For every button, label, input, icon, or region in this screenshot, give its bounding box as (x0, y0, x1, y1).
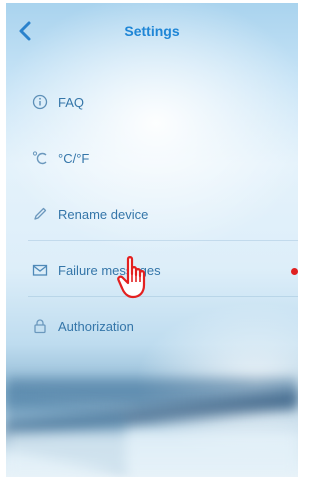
hand-pointer-icon (117, 255, 157, 303)
menu-item-temperature-unit[interactable]: °C/°F (6, 131, 298, 187)
pencil-icon (32, 206, 48, 222)
temperature-c-icon (32, 150, 48, 166)
menu-item-faq[interactable]: FAQ (6, 75, 298, 131)
menu-item-label: Authorization (58, 319, 134, 334)
menu-item-authorization[interactable]: Authorization (6, 299, 298, 355)
menu-item-label: FAQ (58, 95, 85, 110)
menu-item-label: Rename device (58, 207, 149, 222)
info-circle-icon (32, 94, 48, 110)
background-blur (6, 433, 298, 473)
notification-badge (291, 268, 298, 275)
page-title: Settings (124, 23, 180, 39)
lock-icon (32, 318, 48, 334)
settings-screen: Settings FAQ °C/°F Rename device Failure… (6, 3, 298, 477)
menu-item-label: °C/°F (58, 151, 90, 166)
header-bar: Settings (6, 3, 298, 61)
envelope-icon (32, 262, 48, 278)
menu-item-rename-device[interactable]: Rename device (6, 187, 298, 243)
